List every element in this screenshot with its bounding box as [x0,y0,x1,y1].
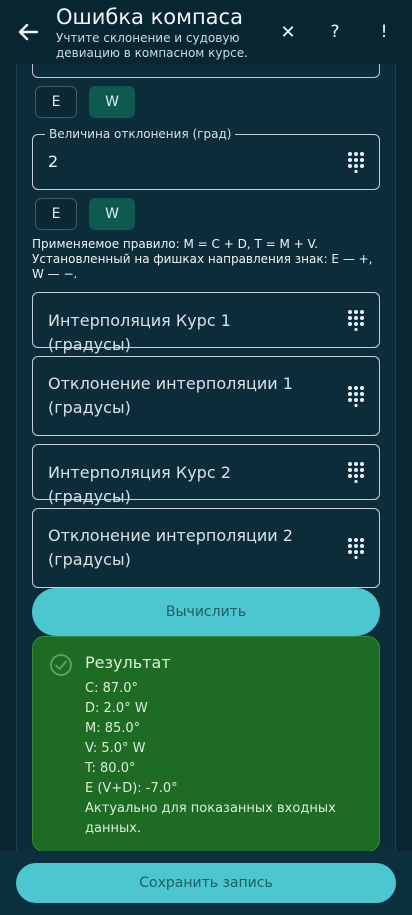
rule-text: Применяемое правило: M = C + D, T = M + … [32,237,380,282]
keypad-icon[interactable] [347,461,365,483]
result-title: Результат [85,653,171,672]
result-line: V: 5.0° W [85,741,146,756]
interp-course-1-field[interactable]: Интерполяция Курс 1 (градусы) [32,292,380,354]
result-line: Актуально для показанных входных данных. [85,801,336,836]
result-line: T: 80.0° [85,761,136,776]
direction-toggle-group-1: E W [35,86,135,118]
page-title: Ошибка компаса [56,5,243,29]
toggle-east-2[interactable]: E [35,198,77,230]
check-circle-icon [50,654,72,676]
arrow-left-icon [18,23,38,41]
calculate-button[interactable]: Вычислить [32,588,380,636]
page-subtitle: Учтите склонение и судовую девиацию в ко… [56,31,248,60]
interp-course-2-placeholder: Интерполяция Курс 2 (градусы) [48,463,231,506]
keypad-icon[interactable] [347,385,365,407]
close-button[interactable]: ✕ [274,18,302,46]
toggle-east-1[interactable]: E [35,86,77,118]
close-icon: ✕ [280,21,296,43]
interp-course-1-placeholder: Интерполяция Курс 1 (градусы) [48,311,231,354]
help-icon: ? [330,22,340,42]
deviation-field-label: Величина отклонения (град) [45,126,236,142]
toggle-west-2[interactable]: W [89,198,135,230]
result-line: M: 85.0° [85,721,141,736]
save-record-button[interactable]: Сохранить запись [16,863,396,903]
keypad-icon[interactable] [347,151,365,173]
alert-button[interactable]: ! [370,18,398,46]
alert-icon: ! [380,22,388,42]
result-lines: C: 87.0° D: 2.0° W M: 85.0° V: 5.0° W T:… [85,679,345,839]
toggle-west-1[interactable]: W [89,86,135,118]
result-line: D: 2.0° W [85,701,148,716]
keypad-icon[interactable] [347,537,365,559]
result-line: E (V+D): -7.0° [85,781,178,796]
app-screen: Ошибка компаса Учтите склонение и судову… [0,0,412,915]
result-line: C: 87.0° [85,681,139,696]
keypad-icon[interactable] [347,309,365,331]
interp-course-2-field[interactable]: Интерполяция Курс 2 (градусы) [32,444,380,506]
rule-line-2: Установленный на фишках направления знак… [32,252,373,281]
deviation-field-value: 2 [48,152,59,171]
rule-line-1: Применяемое правило: M = C + D, T = M + … [32,237,318,251]
top-app-bar: Ошибка компаса Учтите склонение и судову… [0,0,412,64]
interp-deviation-2-placeholder: Отклонение интерполяции 2 (градусы) [48,526,293,569]
title-block: Ошибка компаса Учтите склонение и судову… [56,4,266,61]
interp-deviation-1-placeholder: Отклонение интерполяции 1 (градусы) [48,374,293,417]
direction-toggle-group-2: E W [35,198,135,230]
back-button[interactable] [16,20,40,44]
deviation-field[interactable]: Величина отклонения (град) 2 [32,126,380,190]
interp-deviation-1-field[interactable]: Отклонение интерполяции 1 (градусы) [32,356,380,436]
interp-deviation-2-field[interactable]: Отклонение интерполяции 2 (градусы) [32,508,380,588]
help-button[interactable]: ? [321,18,349,46]
result-card: Результат C: 87.0° D: 2.0° W M: 85.0° V:… [32,636,380,852]
